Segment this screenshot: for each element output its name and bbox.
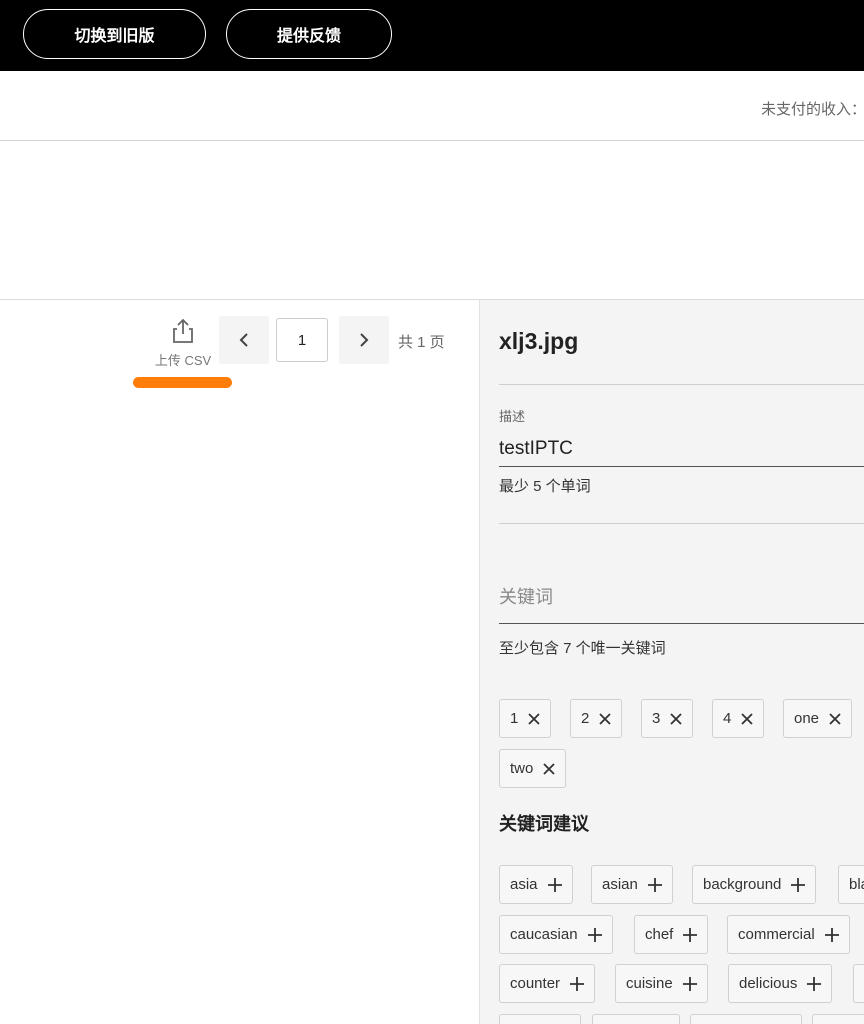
keyword-chip-label: two <box>510 760 534 777</box>
close-icon[interactable] <box>741 712 753 725</box>
suggestion-chip-label: bla <box>849 876 864 893</box>
suggestion-chip[interactable]: bla <box>838 865 864 904</box>
suggestion-chip[interactable]: background <box>692 865 817 904</box>
keyword-chip[interactable]: 4 <box>712 699 765 738</box>
keyword-chip-label: 3 <box>652 710 661 727</box>
header-band: 未支付的收入： <box>0 71 864 141</box>
chevron-left-icon <box>239 333 248 347</box>
plus-icon[interactable] <box>647 877 662 892</box>
suggestion-chip[interactable]: caucasian <box>499 915 613 954</box>
suggestion-chip[interactable]: asian <box>591 865 673 904</box>
suggestion-chip[interactable]: commercial <box>727 915 850 954</box>
close-icon[interactable] <box>528 712 540 725</box>
close-icon[interactable] <box>543 762 555 775</box>
suggestion-chip-label: cuisine <box>626 975 673 992</box>
plus-icon[interactable] <box>791 877 806 892</box>
highlight-underline <box>133 377 232 388</box>
keyword-chip[interactable]: 2 <box>570 699 623 738</box>
keyword-chip-label: 4 <box>723 710 732 727</box>
switch-old-version-button[interactable]: 切换到旧版 <box>23 9 206 59</box>
suggestion-chip-label: commercial <box>738 926 815 943</box>
suggestion-chip-label: caucasian <box>510 926 578 943</box>
close-icon[interactable] <box>670 712 682 725</box>
suggestion-chip[interactable]: counter <box>499 964 596 1003</box>
keyword-chip-label: 1 <box>510 710 519 727</box>
file-name-title: xlj3.jpg <box>499 328 579 354</box>
plus-icon[interactable] <box>547 877 562 892</box>
unpaid-earnings-text: 未支付的收入： <box>761 101 864 118</box>
keyword-chip-label: one <box>794 710 820 727</box>
plus-icon[interactable] <box>570 976 585 991</box>
metadata-panel: xlj3.jpg 描述 testIPTC 最少 5 个单词 关键词 至少包含 7… <box>479 300 864 1024</box>
suggestion-chip-label: delicious <box>739 975 798 992</box>
next-page-button[interactable] <box>339 316 389 364</box>
keywords-hint: 至少包含 7 个唯一关键词 <box>499 640 666 657</box>
top-bar: 切换到旧版 提供反馈 <box>0 0 864 71</box>
suggestion-chip-label: counter <box>510 975 561 992</box>
suggestion-chip[interactable] <box>499 1014 581 1024</box>
close-icon[interactable] <box>829 712 841 725</box>
plus-icon[interactable] <box>682 976 697 991</box>
suggestion-chip[interactable]: delicious <box>728 964 833 1003</box>
divider <box>499 523 864 524</box>
description-label: 描述 <box>499 409 526 424</box>
suggestion-chip-label: asian <box>602 876 638 893</box>
description-field[interactable]: testIPTC <box>499 438 573 460</box>
suggestion-chip-label: background <box>703 876 782 893</box>
suggestion-chip[interactable]: cuisine <box>615 964 708 1003</box>
close-icon[interactable] <box>599 712 611 725</box>
chevron-right-icon <box>360 333 369 347</box>
plus-icon[interactable] <box>807 976 822 991</box>
suggestion-chip[interactable]: chef <box>634 915 709 954</box>
empty-area <box>0 141 864 300</box>
feedback-button[interactable]: 提供反馈 <box>226 9 392 59</box>
suggestion-chip[interactable] <box>592 1014 680 1024</box>
suggestion-chip[interactable] <box>812 1014 864 1024</box>
prev-page-button[interactable] <box>219 316 269 364</box>
plus-icon[interactable] <box>587 927 602 942</box>
page-number-input[interactable] <box>276 318 328 362</box>
page-total-text: 共 1 页 <box>398 334 445 351</box>
file-list-pane <box>0 300 479 1024</box>
keyword-chip[interactable]: two <box>499 749 567 788</box>
keywords-underline <box>499 623 864 624</box>
keyword-chip-label: 2 <box>581 710 590 727</box>
keyword-suggestions-title: 关键词建议 <box>499 814 589 834</box>
keyword-chip[interactable]: 1 <box>499 699 552 738</box>
upload-csv-label: 上传 CSV <box>154 353 212 368</box>
keyword-chip[interactable]: one <box>783 699 853 738</box>
suggestion-chip[interactable] <box>690 1014 802 1024</box>
description-hint: 最少 5 个单词 <box>499 478 591 495</box>
suggestion-chip[interactable]: asia <box>499 865 573 904</box>
keywords-input[interactable]: 关键词 <box>499 583 553 609</box>
suggestion-chip-label: chef <box>645 926 674 943</box>
plus-icon[interactable] <box>683 927 698 942</box>
divider <box>499 384 864 385</box>
suggestion-chip-label: asia <box>510 876 538 893</box>
suggestion-chip[interactable] <box>853 964 864 1003</box>
description-underline <box>499 466 864 467</box>
upload-csv-button[interactable]: 上传 CSV <box>150 318 216 369</box>
plus-icon[interactable] <box>824 927 839 942</box>
keyword-chip[interactable]: 3 <box>641 699 694 738</box>
share-upload-icon <box>173 318 193 343</box>
